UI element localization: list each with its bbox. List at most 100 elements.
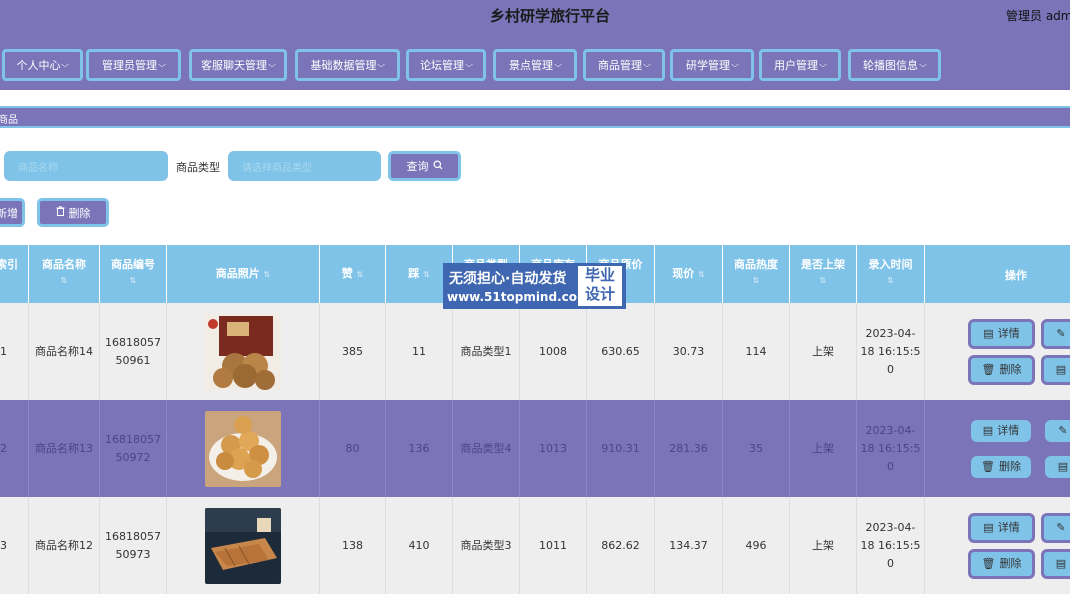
nav-base-data-management[interactable]: 基础数据管理 ⌵ xyxy=(295,49,400,81)
sort-icon[interactable]: ⇅ xyxy=(698,270,705,279)
nav-label: 景点管理 xyxy=(508,59,553,72)
goods-photo[interactable] xyxy=(205,410,281,487)
cell-photo[interactable] xyxy=(167,400,320,497)
column-header-heat[interactable]: 商品热度 ⇅ xyxy=(723,245,790,303)
header-label: 现价 ⇅ xyxy=(672,267,705,280)
header-label: 商品名称 xyxy=(42,258,86,271)
nav-forum-management[interactable]: 论坛管理 ⌵ xyxy=(406,49,486,81)
cell-time: 2023-04- 18 16:15:5 0 xyxy=(857,303,925,400)
document-icon: ▤ xyxy=(1055,363,1067,376)
nav-user-management[interactable]: 用户管理 ⌵ xyxy=(759,49,841,81)
watermark-url: www.51topmind.com xyxy=(447,290,590,304)
sort-icon[interactable]: ⇅ xyxy=(423,270,430,279)
sort-icon[interactable]: ⇅ xyxy=(723,276,789,285)
delete-button[interactable]: 🗑 删除 xyxy=(968,549,1035,579)
chevron-down-icon: ⌵ xyxy=(819,60,827,69)
table-row: 3 商品名称12 16818057 50973 138 410 商品类型3 101… xyxy=(0,497,1070,594)
column-header-name[interactable]: 商品名称 ⇅ xyxy=(29,245,100,303)
cell-actions: ▤ 详情 ✎ 🗑 删除 ▤ xyxy=(925,400,1070,497)
cell-name: 商品名称12 xyxy=(29,497,100,594)
cell-photo[interactable] xyxy=(167,497,320,594)
sort-icon[interactable]: ⇅ xyxy=(29,276,99,285)
nav-study-management[interactable]: 研学管理 ⌵ xyxy=(670,49,754,81)
edit-icon: ✎ xyxy=(1056,521,1066,534)
column-header-code[interactable]: 商品编号 ⇅ xyxy=(100,245,167,303)
nav-scenic-management[interactable]: 景点管理 ⌵ xyxy=(493,49,577,81)
nav-carousel-info[interactable]: 轮播图信息 ⌵ xyxy=(848,49,941,81)
cell-stock: 1011 xyxy=(520,497,587,594)
chevron-down-icon: ⌵ xyxy=(554,60,562,69)
header-label: 赞 ⇅ xyxy=(341,267,364,280)
cell-heat: 114 xyxy=(723,303,790,400)
nav-personal-center[interactable]: 个人中心 ⌵ xyxy=(2,49,83,81)
header-label: 录入时间 xyxy=(868,258,913,271)
goods-name-input[interactable]: 商品名称 xyxy=(4,151,168,181)
detail-button[interactable]: ▤ 详情 xyxy=(968,513,1035,543)
more-button[interactable]: ▤ xyxy=(1041,355,1070,385)
document-icon: ▤ xyxy=(983,327,994,340)
cell-shelf: 上架 xyxy=(790,303,857,400)
nav-label: 轮播图信息 xyxy=(862,59,918,72)
nav-divider xyxy=(0,90,1070,104)
cell-dislikes: 11 xyxy=(386,303,453,400)
cell-orig-price: 630.65 xyxy=(587,303,655,400)
goods-photo[interactable] xyxy=(205,507,281,584)
header-label: 商品照片 ⇅ xyxy=(215,267,271,280)
sort-icon[interactable]: ⇅ xyxy=(790,276,856,285)
sort-icon[interactable]: ⇅ xyxy=(100,276,166,285)
query-button-label: 查询 xyxy=(406,160,429,173)
sort-icon[interactable]: ⇅ xyxy=(357,270,364,279)
query-button[interactable]: 查询 xyxy=(388,151,461,181)
current-user[interactable]: 管理员 adm xyxy=(1006,7,1070,24)
chevron-down-icon: ⌵ xyxy=(377,60,386,69)
batch-delete-label: 删除 xyxy=(68,206,91,220)
goods-photo[interactable] xyxy=(205,313,281,390)
chevron-down-icon: ⌵ xyxy=(268,60,276,69)
header-label: 索引 xyxy=(0,258,18,271)
document-icon: ▤ xyxy=(1057,460,1069,473)
column-header-photo[interactable]: 商品照片 ⇅ xyxy=(167,245,320,303)
edit-button[interactable]: ✎ xyxy=(1045,420,1070,442)
cell-likes: 80 xyxy=(320,400,386,497)
column-header-index[interactable]: 索引 xyxy=(0,245,29,303)
nav-label: 基础数据管理 xyxy=(310,59,377,72)
nav-goods-management[interactable]: 商品管理 ⌵ xyxy=(583,49,665,81)
column-header-shelf[interactable]: 是否上架 ⇅ xyxy=(790,245,857,303)
cell-stock: 1013 xyxy=(520,400,587,497)
cell-index: 3 xyxy=(0,497,29,594)
nav-admin-management[interactable]: 管理员管理 ⌵ xyxy=(86,49,181,81)
add-button-label: 新增 xyxy=(0,206,18,220)
search-icon xyxy=(433,160,443,173)
edit-button[interactable]: ✎ xyxy=(1041,513,1070,543)
cell-actions: ▤ 详情 ✎ 🗑 删除 ▤ xyxy=(925,303,1070,400)
nav-label: 客服聊天管理 xyxy=(200,59,267,72)
cell-code: 16818057 50972 xyxy=(100,400,167,497)
delete-button[interactable]: 🗑 删除 xyxy=(968,355,1035,385)
chevron-down-icon: ⌵ xyxy=(158,60,166,69)
cell-photo[interactable] xyxy=(167,303,320,400)
cell-stock: 1008 xyxy=(520,303,587,400)
detail-button[interactable]: ▤ 详情 xyxy=(968,319,1035,349)
detail-button[interactable]: ▤ 详情 xyxy=(971,420,1031,442)
add-button[interactable]: 新增 xyxy=(0,198,25,227)
column-header-time[interactable]: 录入时间 ⇅ xyxy=(857,245,925,303)
nav-label: 论坛管理 xyxy=(419,59,464,72)
goods-type-select[interactable]: 请选择商品类型 xyxy=(228,151,381,181)
column-header-likes[interactable]: 赞 ⇅ xyxy=(320,245,386,303)
cell-type: 商品类型4 xyxy=(453,400,520,497)
nav-chat-management[interactable]: 客服聊天管理 ⌵ xyxy=(189,49,287,81)
batch-delete-button[interactable]: 删除 xyxy=(37,198,109,227)
more-button[interactable]: ▤ xyxy=(1041,549,1070,579)
more-button[interactable]: ▤ xyxy=(1045,456,1070,478)
edit-button[interactable]: ✎ xyxy=(1041,319,1070,349)
delete-button[interactable]: 🗑 删除 xyxy=(971,456,1031,478)
sort-icon[interactable]: ⇅ xyxy=(264,270,271,279)
sort-icon[interactable]: ⇅ xyxy=(857,276,924,285)
cell-code: 16818057 50973 xyxy=(100,497,167,594)
trash-icon: 🗑 xyxy=(981,460,995,473)
nav-label: 用户管理 xyxy=(773,59,818,72)
chevron-down-icon: ⌵ xyxy=(61,60,70,69)
watermark-line1: 无须担心·自动发货 xyxy=(449,271,567,287)
cell-orig-price: 910.31 xyxy=(587,400,655,497)
column-header-price[interactable]: 现价 ⇅ xyxy=(655,245,723,303)
